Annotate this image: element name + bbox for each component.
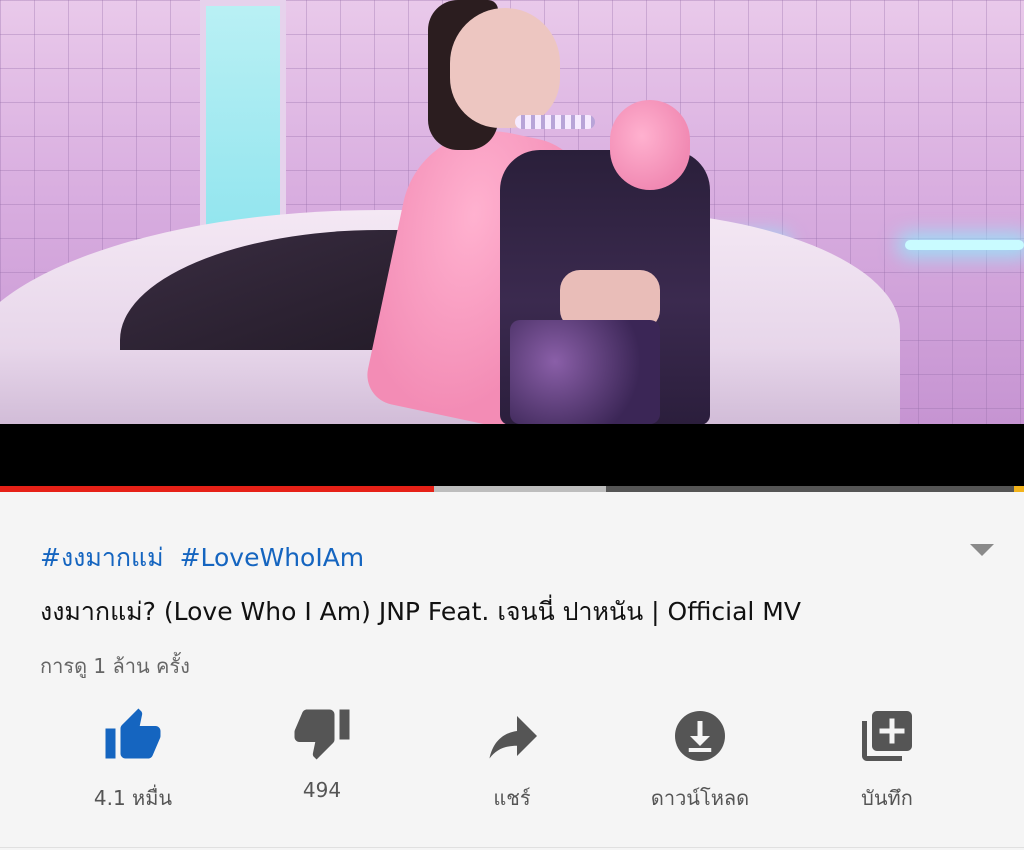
save-button[interactable]: บันทึก [807,702,967,812]
dancer-skirt [510,320,660,424]
dislike-count: 494 [302,778,342,802]
thumbs-up-icon [105,708,161,759]
share-label: แชร์ [493,786,531,810]
dislike-button[interactable]: 494 [242,702,402,812]
share-button[interactable]: แชร์ [432,702,592,812]
chevron-down-icon[interactable] [970,544,994,556]
download-button[interactable]: ดาวน์โหลด [620,702,780,812]
add-to-playlist-icon [862,711,912,761]
save-label: บันทึก [861,786,913,810]
neon-light [905,240,1024,250]
hashtag-link[interactable]: #LoveWhoIAm [180,543,365,572]
action-bar: 4.1 หมื่น 494 แชร์ ดาวน์โหลด บันทึก [0,702,1024,822]
download-label: ดาวน์โหลด [650,786,750,810]
like-button[interactable]: 4.1 หมื่น [53,702,213,812]
video-frame[interactable] [0,0,1024,424]
share-icon [489,716,537,759]
hashtag-link[interactable]: #งงมากแม่ [40,543,164,572]
download-icon [675,711,725,761]
dancer-head [450,8,560,128]
video-title: งงมากแม่? (Love Who I Am) JNP Feat. เจนน… [40,597,801,626]
divider [0,847,1024,848]
dancer-sleeve [610,100,690,190]
necklace [515,115,595,129]
view-count: การดู 1 ล้าน ครั้ง [40,654,190,678]
video-details: #งงมากแม่ #LoveWhoIAm งงมากแม่? (Love Wh… [0,492,1024,850]
hashtag-row: #งงมากแม่ #LoveWhoIAm [40,538,372,578]
like-count: 4.1 หมื่น [93,786,173,810]
video-player[interactable] [0,0,1024,486]
thumbs-down-icon [294,709,350,760]
